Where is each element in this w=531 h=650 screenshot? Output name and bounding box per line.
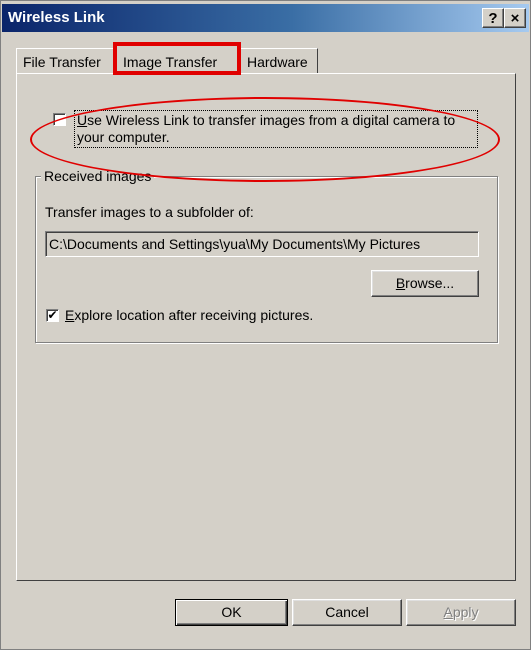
close-button[interactable]: × — [504, 8, 526, 28]
apply-button[interactable]: Apply — [406, 599, 516, 626]
help-button[interactable]: ? — [482, 8, 504, 28]
tab-panel-image-transfer — [16, 73, 516, 581]
tab-label: File Transfer — [23, 54, 101, 70]
tab-label: Hardware — [247, 54, 308, 70]
ok-button[interactable]: OK — [175, 599, 288, 626]
window-title: Wireless Link — [8, 9, 105, 26]
close-icon: × — [510, 10, 520, 27]
title-bar[interactable]: Wireless Link ? × — [2, 4, 529, 32]
tab-hardware[interactable]: Hardware — [240, 48, 318, 73]
received-images-legend: Received images — [41, 168, 155, 184]
tab-image-transfer[interactable]: Image Transfer — [113, 42, 241, 75]
cancel-button[interactable]: Cancel — [292, 599, 402, 626]
tab-file-transfer[interactable]: File Transfer — [16, 48, 117, 73]
tab-label: Image Transfer — [123, 54, 218, 70]
help-icon: ? — [488, 10, 498, 27]
